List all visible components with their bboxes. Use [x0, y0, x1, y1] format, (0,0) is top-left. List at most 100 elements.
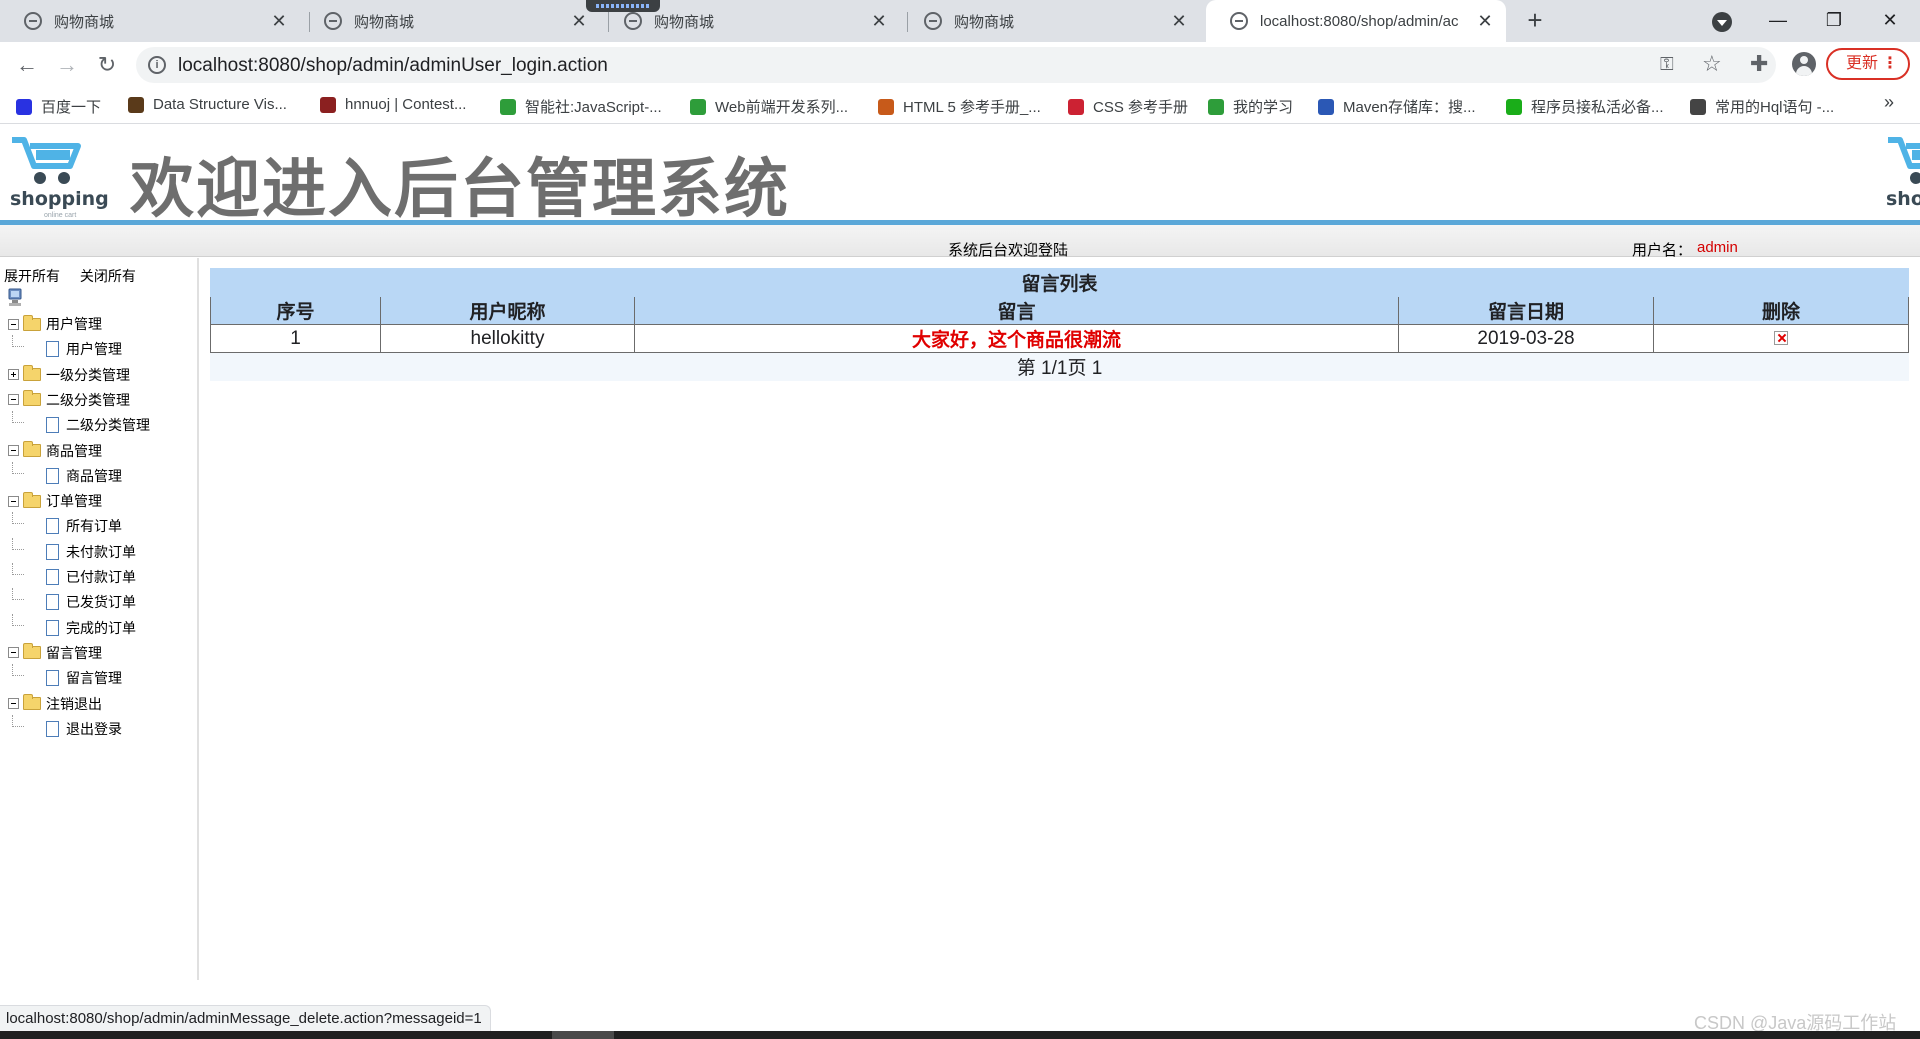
- url-text[interactable]: localhost:8080/shop/admin/adminUser_logi…: [178, 55, 608, 77]
- row-nickname: hellokitty: [380, 324, 635, 353]
- bookmark-item[interactable]: 百度一下: [16, 96, 101, 117]
- tree-leaf-item[interactable]: 已发货订单: [12, 588, 136, 614]
- welcome-bar: 系统后台欢迎登陆 用户名： admin: [0, 225, 1920, 259]
- tab-close-icon[interactable]: ✕: [1170, 11, 1188, 32]
- tab-close-icon[interactable]: ✕: [1476, 11, 1494, 32]
- close-window-button[interactable]: ✕: [1862, 0, 1918, 42]
- tree-leaf-item[interactable]: 所有订单: [12, 512, 122, 538]
- collapse-minus-icon[interactable]: [8, 394, 19, 406]
- tree-folder-item[interactable]: 订单管理: [8, 489, 102, 513]
- tree-folder-item[interactable]: 用户管理: [8, 312, 102, 336]
- bookmark-item[interactable]: CSS 参考手册: [1068, 96, 1188, 117]
- bookmark-star-icon[interactable]: ☆: [1702, 51, 1722, 77]
- row-date: 2019-03-28: [1398, 324, 1654, 353]
- tree-item-label: 用户管理: [66, 341, 122, 358]
- tab-close-icon[interactable]: ✕: [270, 11, 288, 32]
- bookmark-item[interactable]: Maven存储库：搜...: [1318, 96, 1476, 117]
- row-delete-cell: [1652, 324, 1910, 353]
- browser-tab-active[interactable]: localhost:8080/shop/admin/ac ✕: [1206, 0, 1506, 42]
- folder-icon: [23, 390, 41, 407]
- new-tab-button[interactable]: +: [1520, 6, 1550, 36]
- forward-button[interactable]: →: [52, 50, 82, 80]
- tree-folder-item[interactable]: 留言管理: [8, 641, 102, 665]
- tab-close-icon[interactable]: ✕: [570, 11, 588, 32]
- globe-icon: [24, 12, 42, 30]
- tab-search-icon[interactable]: [1712, 12, 1732, 32]
- page-icon: [46, 543, 59, 560]
- tree-leaf-item[interactable]: 用户管理: [12, 335, 122, 361]
- tree-leaf-item[interactable]: 退出登录: [12, 714, 122, 741]
- collapse-minus-icon[interactable]: [8, 647, 19, 659]
- hnnuoj-icon: [320, 96, 336, 113]
- bookmark-item[interactable]: 我的学习: [1208, 96, 1293, 117]
- collapse-minus-icon[interactable]: [8, 698, 19, 709]
- tree-folder-item[interactable]: 注销退出: [8, 692, 102, 716]
- page-icon: [46, 594, 59, 611]
- header-banner: shopping online cart 欢迎进入后台管理系统 sho: [0, 124, 1920, 227]
- extensions-icon[interactable]: ✚: [1750, 51, 1768, 77]
- page-icon: [46, 467, 59, 484]
- tree-folder-item[interactable]: 商品管理: [8, 439, 102, 463]
- back-button[interactable]: ←: [12, 50, 42, 80]
- update-button[interactable]: 更新 ⋮: [1826, 48, 1910, 80]
- bookmarks-more-button[interactable]: »: [1884, 92, 1894, 113]
- column-header: 留言: [634, 296, 1399, 325]
- restore-button[interactable]: ❐: [1806, 0, 1862, 42]
- bookmark-item[interactable]: hnnuoj | Contest...: [320, 96, 466, 113]
- tab-close-icon[interactable]: ✕: [870, 11, 888, 32]
- page-icon: [46, 341, 59, 358]
- folder-icon: [23, 365, 41, 382]
- bookmark-item[interactable]: 常用的Hql语句 -...: [1690, 96, 1834, 117]
- bookmark-item[interactable]: 智能社:JavaScript-...: [500, 96, 662, 117]
- table-caption: 留言列表: [209, 268, 1910, 297]
- bookmark-item[interactable]: Data Structure Vis...: [128, 96, 287, 113]
- expand-all-link[interactable]: 展开所有: [4, 268, 60, 284]
- mvn-icon: [1318, 98, 1334, 115]
- tree-leaf-item[interactable]: 二级分类管理: [12, 411, 150, 437]
- collapse-minus-icon[interactable]: [8, 445, 19, 456]
- bookmark-item[interactable]: 程序员接私活必备...: [1506, 96, 1664, 117]
- tree-leaf-item[interactable]: 留言管理: [12, 664, 122, 690]
- row-id: 1: [210, 324, 381, 353]
- computer-icon: [8, 288, 22, 306]
- tree-leaf-item[interactable]: 未付款订单: [12, 537, 136, 564]
- tree-connector: [12, 588, 24, 601]
- expand-plus-icon[interactable]: [8, 369, 19, 381]
- tree-item-label: 二级分类管理: [46, 391, 130, 408]
- bookmark-item[interactable]: Web前端开发系列...: [690, 96, 848, 117]
- pager[interactable]: 第 1/1页 1: [209, 352, 1910, 381]
- tree-leaf-item[interactable]: 商品管理: [12, 461, 122, 488]
- collapse-minus-icon[interactable]: [8, 318, 19, 330]
- tree-item-label: 退出登录: [66, 720, 122, 737]
- minimize-button[interactable]: —: [1750, 0, 1806, 42]
- tree-folder-item[interactable]: 二级分类管理: [8, 388, 130, 412]
- reload-button[interactable]: ↻: [92, 50, 122, 80]
- tree-leaf-item[interactable]: 完成的订单: [12, 613, 136, 640]
- key-icon[interactable]: ⚿: [1660, 54, 1674, 75]
- collapse-minus-icon[interactable]: [8, 495, 19, 507]
- browser-tab[interactable]: 购物商城 ✕: [900, 0, 1200, 42]
- css-icon: [1068, 98, 1084, 115]
- browser-tab[interactable]: 购物商城 ✕: [0, 0, 300, 42]
- tree-item-label: 订单管理: [46, 493, 102, 510]
- browser-toolbar: ← → ↻ i localhost:8080/shop/admin/adminU…: [0, 42, 1920, 88]
- site-info-icon[interactable]: i: [148, 56, 166, 74]
- dsv-icon: [128, 96, 144, 113]
- delete-icon[interactable]: [1774, 331, 1789, 346]
- page-icon: [46, 417, 59, 434]
- cart-icon: [1888, 137, 1920, 184]
- collapse-all-link[interactable]: 关闭所有: [80, 268, 136, 284]
- taskbar-item[interactable]: [552, 1031, 614, 1039]
- tree-leaf-item[interactable]: 已付款订单: [12, 563, 136, 589]
- browser-tab[interactable]: 购物商城 ✕: [300, 0, 600, 42]
- column-header: 序号: [210, 296, 381, 325]
- tab-title: 购物商城: [654, 13, 715, 31]
- bookmark-item[interactable]: HTML 5 参考手册_...: [878, 96, 1041, 117]
- profile-avatar-icon[interactable]: [1792, 52, 1816, 76]
- address-bar[interactable]: i localhost:8080/shop/admin/adminUser_lo…: [136, 47, 1776, 83]
- tree-folder-item[interactable]: 一级分类管理: [8, 363, 130, 387]
- page-icon: [46, 720, 59, 737]
- tree-connector: [12, 714, 24, 727]
- tab-title: localhost:8080/shop/admin/ac: [1260, 12, 1459, 30]
- tab-audio-indicator: [586, 0, 660, 12]
